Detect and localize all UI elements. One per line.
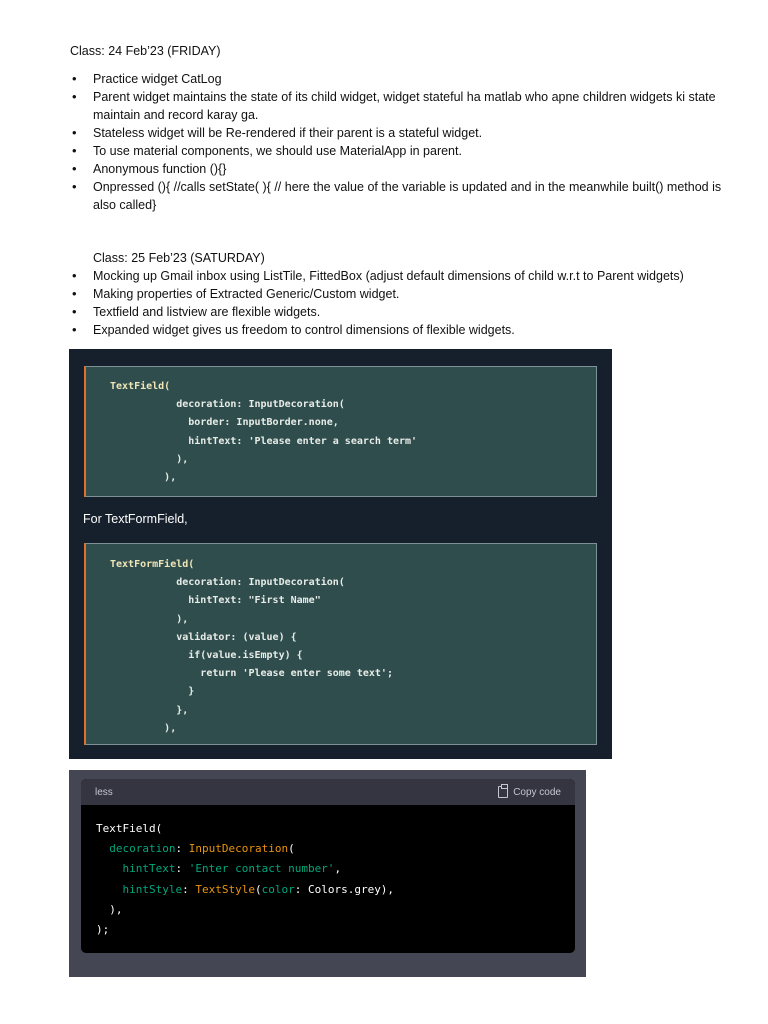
list-item: To use material components, we should us… — [70, 142, 723, 160]
list-item: Onpressed (){ //calls setState( ){ // he… — [70, 178, 723, 214]
code-body: TextField( decoration: InputDecoration( … — [81, 805, 575, 940]
copy-code-button[interactable]: Copy code — [498, 784, 561, 798]
code-token: TextStyle — [195, 882, 255, 896]
textfield-code-block: TextField( decoration: InputDecoration( … — [84, 366, 597, 497]
textformfield-code-block: TextFormField( decoration: InputDecorati… — [84, 543, 597, 745]
code-text: TextField( decoration: InputDecoration( … — [81, 805, 575, 940]
code-token: TextField( — [96, 822, 163, 835]
code-token: hintText — [122, 862, 176, 876]
code-line: ), — [110, 722, 177, 734]
list-item: Expanded widget gives us freedom to cont… — [70, 321, 723, 339]
code-line: } — [110, 686, 195, 698]
code-line: border: InputBorder.none, — [110, 417, 339, 429]
code-token: ( — [254, 882, 262, 896]
for-textformfield-label: For TextFormField, — [83, 512, 188, 526]
code-line: if(value.isEmpty) { — [110, 650, 303, 662]
code-token: ( — [288, 842, 295, 856]
code-text: TextFormField( decoration: InputDecorati… — [110, 556, 596, 738]
code-token: , — [334, 862, 342, 876]
code-header: less Copy code — [81, 779, 575, 805]
code-line: ), — [110, 613, 189, 625]
code-text: TextField( decoration: InputDecoration( … — [110, 378, 596, 487]
code-token: : — [182, 882, 196, 896]
code-token: : — [175, 842, 189, 856]
clipboard-icon — [498, 784, 509, 798]
code-line: hintText: 'Enter contact number', — [96, 862, 342, 876]
chat-code-panel: less Copy code TextField( decoration: In… — [69, 770, 586, 977]
copy-code-label: Copy code — [513, 786, 561, 798]
class1-heading: Class: 24 Feb’23 (FRIDAY) — [70, 44, 221, 58]
code-line: ), — [96, 902, 123, 916]
code-token: decoration — [109, 842, 176, 856]
code-line: decoration: InputDecoration( — [110, 399, 345, 411]
code-line: return 'Please enter some text'; — [110, 668, 393, 680]
code-line: TextField( — [110, 381, 171, 392]
code-block: less Copy code TextField( decoration: In… — [81, 779, 575, 953]
code-token: 'Enter contact number' — [188, 862, 335, 876]
code-screenshot-panel: TextField( decoration: InputDecoration( … — [69, 349, 612, 759]
code-token: InputDecoration — [188, 842, 289, 856]
code-line: decoration: InputDecoration( — [110, 577, 345, 589]
code-token: ), — [96, 902, 123, 916]
code-language-label: less — [95, 786, 113, 798]
code-line: hintText: "First Name" — [110, 595, 321, 607]
code-token: hintStyle — [122, 882, 183, 896]
class1-bullet-list: Practice widget CatLog Parent widget mai… — [70, 70, 723, 214]
list-item: Mocking up Gmail inbox using ListTile, F… — [70, 267, 768, 285]
code-line: decoration: InputDecoration( — [96, 842, 295, 856]
code-line: validator: (value) { — [110, 631, 297, 643]
code-token: color — [261, 882, 295, 896]
code-line: TextField( — [96, 822, 162, 835]
code-line: ), — [110, 453, 189, 465]
list-item: Parent widget maintains the state of its… — [70, 88, 723, 124]
list-item: Practice widget CatLog — [70, 70, 723, 88]
code-line: ), — [110, 472, 177, 484]
list-item: Textfield and listview are flexible widg… — [70, 303, 723, 321]
class2-bullet-list: Mocking up Gmail inbox using ListTile, F… — [70, 267, 768, 339]
code-line: hintStyle: TextStyle(color: Colors.grey)… — [96, 882, 395, 896]
code-token: : Colors.grey), — [294, 882, 395, 896]
code-line: }, — [110, 704, 189, 716]
code-token: : — [175, 862, 189, 876]
list-item: Making properties of Extracted Generic/C… — [70, 285, 723, 303]
class2-heading: Class: 25 Feb’23 (SATURDAY) — [93, 251, 265, 265]
code-line: ); — [96, 923, 109, 936]
code-token: ); — [96, 923, 110, 937]
code-line: TextFormField( — [110, 559, 195, 570]
code-line: hintText: 'Please enter a search term' — [110, 435, 418, 447]
list-item: Stateless widget will be Re-rendered if … — [70, 124, 723, 142]
list-item: Anonymous function (){} — [70, 160, 723, 178]
